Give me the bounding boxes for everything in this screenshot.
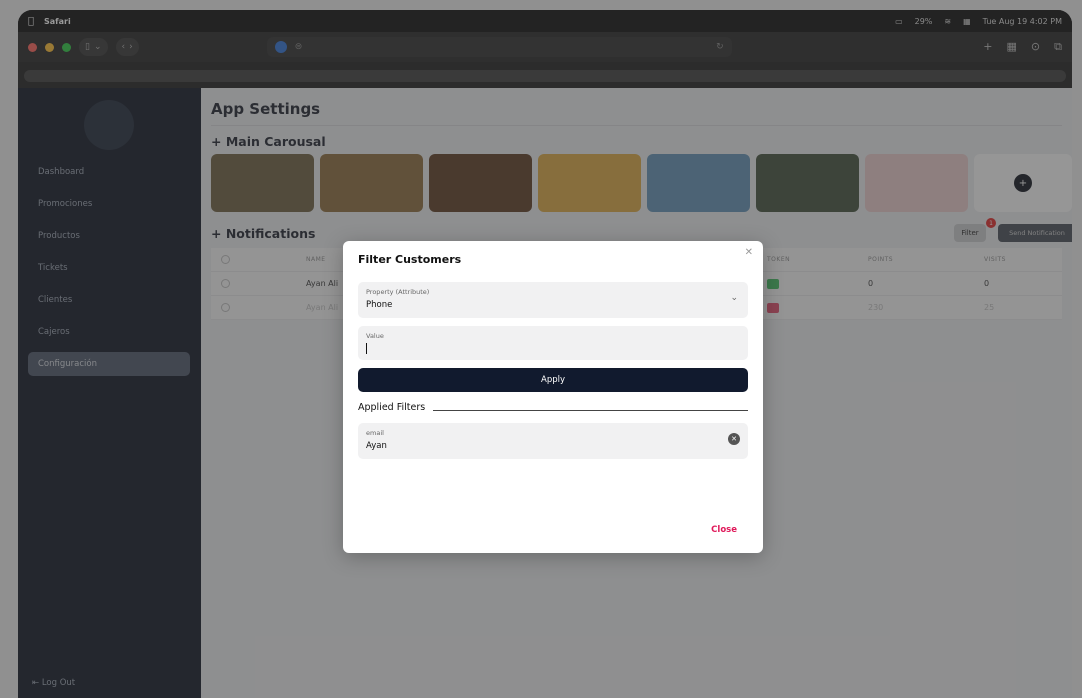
- filter-button[interactable]: Filter: [954, 224, 986, 242]
- property-label: Property (Attribute): [366, 288, 430, 296]
- value-input[interactable]: Value: [358, 326, 748, 360]
- apple-icon[interactable]: : [28, 16, 34, 27]
- menubar:  Safari ▭ 29% ≋ ▦ Tue Aug 19 4:02 PM: [18, 10, 1072, 32]
- chevron-down-icon: ⌄: [730, 293, 738, 303]
- applied-filters-heading: Applied Filters: [358, 402, 426, 413]
- carousel-image[interactable]: [538, 154, 641, 212]
- header-token: TOKEN: [767, 256, 791, 263]
- control-center-icon[interactable]: ▦: [963, 17, 971, 26]
- address-bar[interactable]: ⊜ ↻: [266, 37, 732, 57]
- chevron-down-icon: ⌄: [93, 42, 102, 52]
- applied-filter-label: email: [366, 429, 384, 437]
- carousel-image[interactable]: [320, 154, 423, 212]
- carousel-image[interactable]: [756, 154, 859, 212]
- header-name: NAME: [306, 256, 326, 263]
- tab-strip: [18, 62, 1072, 88]
- sidebar-item-productos[interactable]: Productos: [28, 224, 190, 248]
- carousel-heading[interactable]: + Main Carousal: [211, 134, 326, 149]
- sidebar-item-cajeros[interactable]: Cajeros: [28, 320, 190, 344]
- customer-visits: 0: [984, 279, 990, 288]
- divider: [433, 410, 748, 411]
- logout-icon: ⇤: [32, 678, 42, 688]
- customer-name: Ayan Ali: [306, 303, 339, 312]
- page-title: App Settings: [211, 100, 321, 118]
- close-button[interactable]: Close: [711, 525, 737, 535]
- modal-title: Filter Customers: [358, 253, 462, 266]
- carousel-image[interactable]: [211, 154, 314, 212]
- close-window-button[interactable]: [28, 42, 37, 52]
- menubar-app-name[interactable]: Safari: [44, 17, 71, 26]
- carousel-image[interactable]: [865, 154, 968, 212]
- close-icon[interactable]: ✕: [745, 247, 753, 258]
- logout-label: Log Out: [41, 678, 76, 688]
- select-all-checkbox[interactable]: [221, 255, 230, 264]
- customer-points: 0: [868, 279, 874, 288]
- customer-visits: 25: [984, 303, 995, 312]
- battery-percent: 29%: [914, 16, 933, 26]
- nav-buttons: ‹ ›: [115, 38, 139, 56]
- page-menu-icon[interactable]: ⊜: [295, 42, 303, 52]
- tab-overview-icon[interactable]: ▦: [1007, 40, 1017, 54]
- customer-points: 230: [868, 303, 884, 312]
- divider: [211, 125, 1062, 126]
- sidebar-toggle-button[interactable]: ▯ ⌄: [79, 38, 108, 56]
- wifi-icon[interactable]: ≋: [944, 17, 951, 26]
- carousel: +: [211, 154, 1072, 212]
- header-visits: VISITS: [984, 256, 1006, 263]
- zoom-window-button[interactable]: [62, 42, 71, 52]
- add-carousel-image-button[interactable]: +: [974, 154, 1072, 212]
- property-select[interactable]: Property (Attribute) Phone ⌄: [358, 282, 748, 318]
- applied-filter-value: Ayan: [366, 441, 387, 451]
- token-status-chip: [767, 302, 779, 313]
- text-cursor: [366, 343, 367, 354]
- downloads-icon[interactable]: ⊙: [1031, 40, 1040, 54]
- notifications-heading[interactable]: + Notifications: [211, 226, 315, 241]
- new-tab-icon[interactable]: +: [983, 40, 992, 54]
- menubar-datetime[interactable]: Tue Aug 19 4:02 PM: [983, 17, 1062, 26]
- row-checkbox[interactable]: [221, 303, 230, 312]
- token-status-chip: [767, 278, 779, 289]
- carousel-image[interactable]: [429, 154, 532, 212]
- back-icon[interactable]: ‹: [122, 42, 126, 52]
- filter-count-badge: 1: [986, 218, 996, 228]
- plus-icon: +: [1014, 174, 1032, 192]
- forward-icon[interactable]: ›: [129, 42, 133, 52]
- sidebar-item-dashboard[interactable]: Dashboard: [28, 160, 190, 184]
- tabs-icon[interactable]: ⧉: [1054, 40, 1062, 54]
- apply-button[interactable]: Apply: [358, 368, 748, 392]
- sidebar-item-configuracion[interactable]: Configuración: [28, 352, 190, 376]
- header-points: POINTS: [868, 256, 894, 263]
- applied-filter-chip: email Ayan ✕: [358, 423, 748, 459]
- browser-toolbar: ▯ ⌄ ‹ › ⊜ ↻ + ▦ ⊙ ⧉: [18, 32, 1072, 62]
- logout-button[interactable]: ⇤ Log Out: [32, 678, 75, 688]
- avatar: [84, 100, 134, 150]
- remove-filter-icon[interactable]: ✕: [728, 433, 740, 445]
- tab[interactable]: [24, 70, 1066, 82]
- customer-name: Ayan Ali: [306, 279, 339, 288]
- sidebar: Dashboard Promociones Productos Tickets …: [18, 88, 201, 698]
- sidebar-item-tickets[interactable]: Tickets: [28, 256, 190, 280]
- extension-icon[interactable]: [274, 41, 287, 53]
- filter-customers-modal: Filter Customers ✕ Property (Attribute) …: [343, 241, 763, 553]
- row-checkbox[interactable]: [221, 279, 230, 288]
- minimize-window-button[interactable]: [45, 42, 54, 52]
- reload-icon[interactable]: ↻: [716, 42, 724, 52]
- property-value: Phone: [366, 300, 393, 310]
- send-notification-button[interactable]: Send Notification: [998, 224, 1072, 242]
- sidebar-icon: ▯: [85, 42, 90, 52]
- value-label: Value: [366, 332, 384, 340]
- sidebar-item-clientes[interactable]: Clientes: [28, 288, 190, 312]
- sidebar-item-promociones[interactable]: Promociones: [28, 192, 190, 216]
- display-icon[interactable]: ▭: [895, 17, 903, 26]
- carousel-image[interactable]: [647, 154, 750, 212]
